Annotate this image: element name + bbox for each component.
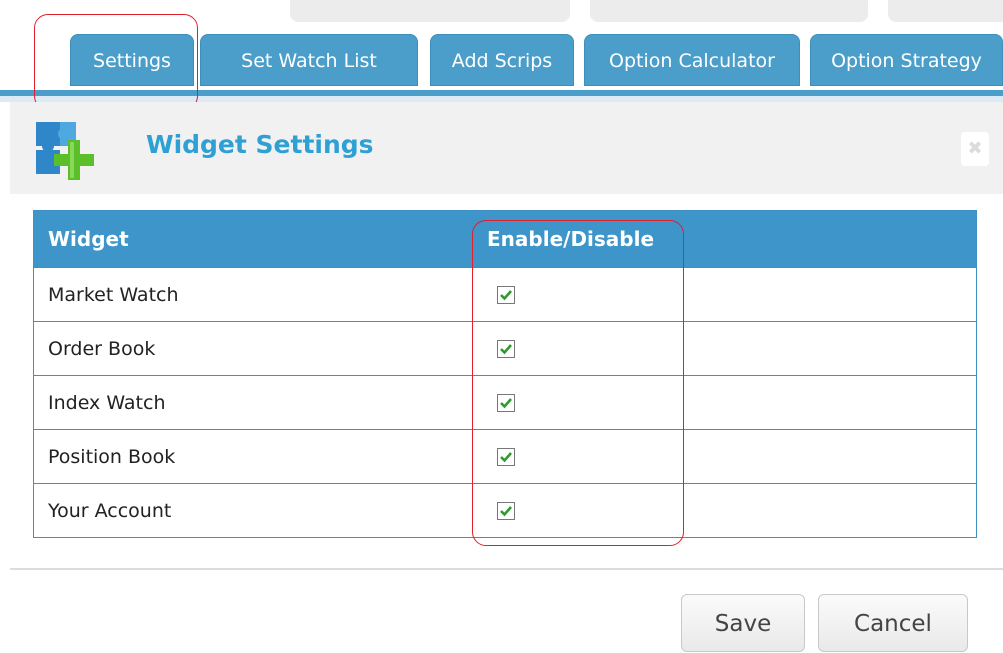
column-header-widget: Widget: [33, 210, 473, 268]
background-tab-ghost: [590, 0, 868, 22]
footer-divider: [10, 568, 1003, 570]
dialog-header: Widget Settings ✖: [10, 102, 1003, 194]
background-tab-ghost: [290, 0, 570, 22]
widget-name: Order Book: [33, 321, 473, 376]
background-tab-ghost: [888, 0, 1003, 22]
annotation-highlight-enable-column: [472, 220, 684, 546]
cancel-button[interactable]: Cancel: [818, 594, 968, 652]
close-icon[interactable]: ✖: [961, 132, 989, 166]
widget-name: Position Book: [33, 429, 473, 484]
tab-set-watch-list[interactable]: Set Watch List: [200, 34, 418, 86]
dialog-title: Widget Settings: [146, 130, 374, 159]
tab-add-scrips[interactable]: Add Scrips: [430, 34, 574, 86]
widget-name: Index Watch: [33, 375, 473, 430]
save-button[interactable]: Save: [681, 594, 805, 652]
tab-option-strategy[interactable]: Option Strategy: [810, 34, 1003, 86]
annotation-highlight-settings: [34, 14, 198, 110]
tab-option-calculator[interactable]: Option Calculator: [584, 34, 800, 86]
widget-name: Market Watch: [33, 267, 473, 322]
widget-name: Your Account: [33, 483, 473, 538]
puzzle-plus-icon: [34, 114, 102, 182]
